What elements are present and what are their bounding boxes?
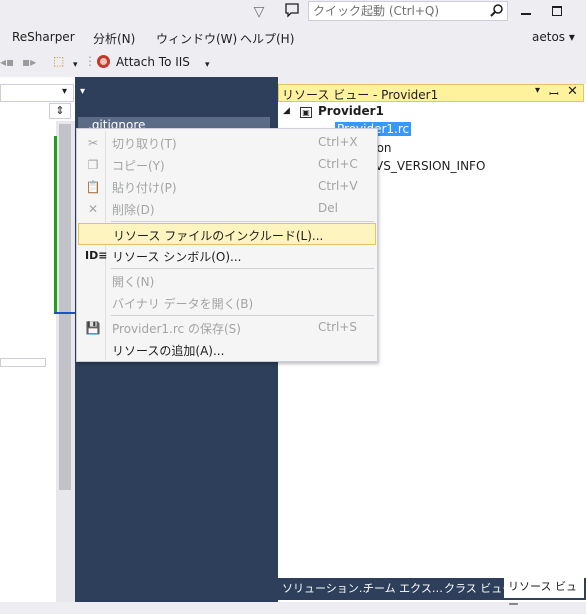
bottom-tab-strip: ソリューション… チーム エクス… クラス ビュー リソース ビュー (278, 578, 586, 611)
menu-item-label: リソース シンボル(O)... (112, 250, 242, 264)
menu-separator (111, 268, 374, 269)
quick-launch-input[interactable] (313, 3, 483, 19)
attach-iis-icon[interactable] (97, 55, 110, 68)
change-indicator (54, 136, 57, 314)
chevron-down-icon[interactable]: ▾ (535, 85, 540, 96)
menu-item-paste[interactable]: 📋 貼り付け(P) Ctrl+V (78, 176, 376, 198)
tab-solution-explorer[interactable]: ソリューション… (282, 580, 370, 596)
search-icon[interactable] (490, 3, 504, 20)
menu-resharper[interactable]: ReSharper (12, 30, 75, 44)
chevron-down-icon[interactable]: ▾ (62, 86, 67, 97)
maximize-button[interactable] (543, 0, 571, 24)
toolbar: ◂▪ ▪▸ ⬚ ▾ ⋮ Attach To IIS ▾ (0, 50, 586, 76)
pin-icon[interactable]: ꟷ (549, 85, 559, 102)
id-icon: ID≡ (85, 249, 108, 262)
horizontal-scrollbar[interactable] (0, 358, 46, 367)
menu-item-delete[interactable]: ✕ 削除(D) Del (78, 198, 376, 220)
menu-separator (111, 315, 374, 316)
account-menu[interactable]: aetos ▾ (532, 30, 575, 44)
menu-item-open-binary[interactable]: バイナリ データを開く(B) (78, 292, 376, 314)
attach-to-iis-button[interactable]: Attach To IIS (116, 55, 190, 69)
menu-analyze[interactable]: 分析(N) (93, 30, 135, 47)
menu-item-label: 切り取り(T) (112, 137, 177, 151)
tree-expand-icon[interactable]: ◢ (283, 106, 290, 116)
tree-item-vs-version-info[interactable]: VS_VERSION_INFO (375, 159, 485, 173)
attach-process-icon[interactable]: ⬚ (53, 54, 64, 68)
minimize-button[interactable] (512, 0, 540, 24)
menu-item-shortcut: Ctrl+C (318, 157, 358, 171)
tab-resource-view[interactable]: リソース ビュー (504, 578, 584, 611)
project-icon: ▣ (300, 107, 312, 118)
menu-item-shortcut: Ctrl+X (318, 135, 358, 149)
tree-item-root[interactable]: Provider1 (318, 104, 384, 118)
menu-item-shortcut: Del (318, 201, 338, 215)
toolbar-overflow-icon[interactable]: ▾ (205, 60, 210, 70)
resource-view-title: リソース ビュー - Provider1 (282, 88, 439, 102)
dropdown-arrow-icon[interactable]: ▾ (73, 60, 78, 70)
menu-help[interactable]: ヘルプ(H) (240, 30, 294, 47)
menu-item-label: バイナリ データを開く(B) (112, 297, 254, 311)
cut-icon: ✂ (87, 136, 99, 150)
tab-team-explorer[interactable]: チーム エクス… (363, 580, 443, 596)
menu-item-label: 削除(D) (112, 203, 155, 217)
close-icon[interactable]: ✕ (567, 84, 578, 99)
menu-item-copy[interactable]: ❐ コピー(Y) Ctrl+C (78, 154, 376, 176)
menu-item-label: コピー(Y) (112, 159, 165, 173)
quick-launch-box[interactable] (308, 1, 508, 21)
copy-icon: ❐ (87, 158, 99, 172)
scrollbar-thumb[interactable] (59, 124, 71, 490)
filter-icon[interactable]: ▽ (250, 3, 268, 21)
grip-icon: ⋮ (84, 54, 96, 68)
save-icon: 💾 (85, 321, 101, 335)
caret-position-marker (54, 312, 75, 314)
context-menu: ✂ 切り取り(T) Ctrl+X ❐ コピー(Y) Ctrl+C 📋 貼り付け(… (76, 128, 378, 362)
menu-item-add-resource[interactable]: リソースの追加(A)... (78, 339, 376, 361)
toolbar-arrow-icon[interactable]: ◂▪ (0, 55, 14, 69)
menu-separator (111, 221, 374, 222)
split-editor-button[interactable]: ⇕ (49, 103, 71, 119)
toolbar-arrow-icon-2[interactable]: ▪▸ (22, 55, 36, 69)
menu-item-label: 貼り付け(P) (112, 181, 177, 195)
menu-window[interactable]: ウィンドウ(W) (156, 30, 237, 47)
menu-item-cut[interactable]: ✂ 切り取り(T) Ctrl+X (78, 132, 376, 154)
menu-item-shortcut: Ctrl+V (318, 179, 358, 193)
tab-dropdown-icon[interactable]: ▾ (80, 86, 85, 97)
menu-item-label: リソースの追加(A)... (112, 344, 225, 358)
feedback-icon[interactable] (282, 2, 302, 20)
menu-bar: ReSharper 分析(N) ウィンドウ(W) ヘルプ(H) aetos ▾ (0, 27, 586, 49)
menu-item-label: Provider1.rc の保存(S) (112, 322, 241, 336)
delete-icon: ✕ (87, 202, 99, 216)
menu-item-shortcut: Ctrl+S (318, 320, 358, 334)
menu-item-resource-symbols[interactable]: ID≡ リソース シンボル(O)... (78, 245, 376, 267)
menu-item-open[interactable]: 開く(N) (78, 270, 376, 292)
tab-class-view[interactable]: クラス ビュー (444, 580, 513, 596)
menu-item-label: 開く(N) (112, 275, 155, 289)
resource-view-header: リソース ビュー - Provider1 ▾ ꟷ ✕ (278, 84, 584, 102)
menu-item-save[interactable]: 💾 Provider1.rc の保存(S) Ctrl+S (78, 317, 376, 339)
menu-item-include-resource-file[interactable]: リソース ファイルのインクルード(L)... (78, 223, 376, 245)
menu-item-label: リソース ファイルのインクルード(L)... (113, 229, 324, 243)
paste-icon: 📋 (85, 180, 101, 194)
